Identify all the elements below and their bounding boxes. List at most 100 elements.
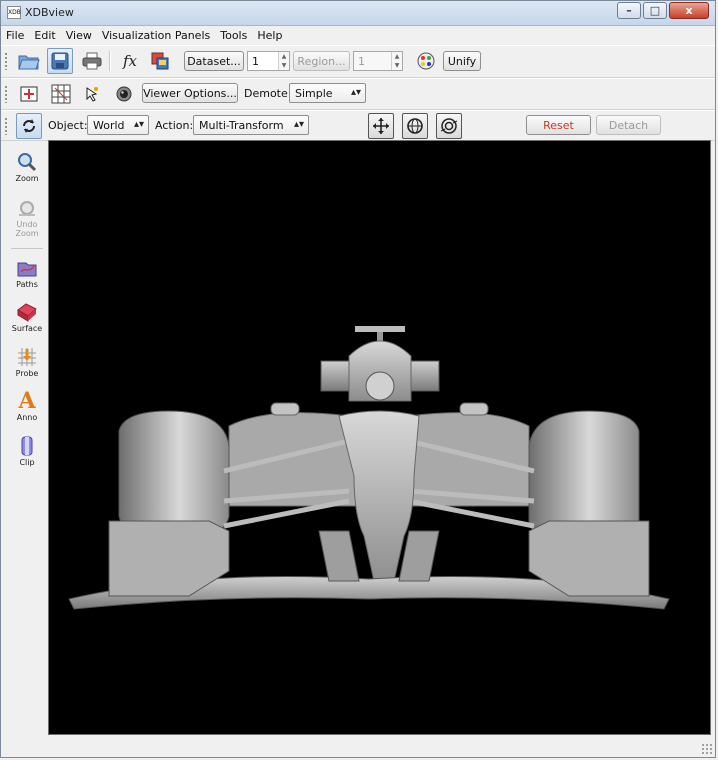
print-button[interactable]	[79, 48, 105, 74]
minimize-icon: –	[626, 4, 632, 17]
transform-cycle-button[interactable]	[16, 113, 42, 139]
application-window: XDB XDBview – □ x File Edit View Visuali…	[0, 0, 716, 758]
menu-visualization-panels[interactable]: Visualization Panels	[97, 29, 215, 42]
copy-windows-button[interactable]	[147, 48, 173, 74]
action-value: Multi-Transform	[199, 119, 284, 132]
grid-view-button[interactable]	[48, 81, 74, 107]
action-select[interactable]: Multi-Transform ▴▾	[193, 115, 309, 135]
probe-tool-label: Probe	[15, 369, 39, 378]
function-fx-icon: fx	[122, 52, 137, 70]
title-bar[interactable]: XDB XDBview – □ x	[1, 1, 715, 26]
copy-windows-icon	[151, 52, 169, 70]
menu-edit[interactable]: Edit	[29, 29, 60, 42]
spin-arrows-icon[interactable]: ▲ ▼	[391, 52, 402, 70]
dataset-value: 1	[252, 55, 259, 68]
window-controls: – □ x	[615, 2, 709, 19]
maximize-button[interactable]: □	[643, 2, 667, 19]
viewer-toolbar: Viewer Options... Demote: Simple ▴▾	[1, 78, 715, 110]
undo-zoom-icon	[16, 197, 38, 219]
maximize-icon: □	[649, 4, 661, 17]
f1-car-model	[68, 326, 670, 610]
function-button[interactable]: fx	[117, 48, 143, 74]
region-value: 1	[358, 55, 365, 68]
probe-tool[interactable]: Probe	[7, 346, 47, 378]
zoom-rotate-button[interactable]	[436, 113, 462, 139]
toolbar-grip[interactable]	[4, 117, 8, 135]
surface-tool[interactable]: Surface	[7, 301, 47, 333]
rotate-sphere-icon	[407, 118, 423, 134]
anno-tool-label: Anno	[16, 413, 38, 422]
unify-button[interactable]: Unify	[443, 51, 481, 71]
chevron-down-icon: ▴▾	[350, 87, 361, 98]
dataset-spinbox[interactable]: 1 ▲ ▼	[247, 51, 290, 71]
fit-view-button[interactable]	[16, 81, 42, 107]
menu-tools[interactable]: Tools	[215, 29, 252, 42]
undo-zoom-tool-label: Undo Zoom	[15, 220, 39, 238]
annotation-a-icon: A	[18, 388, 36, 414]
app-icon: XDB	[7, 6, 21, 19]
minimize-button[interactable]: –	[617, 2, 641, 19]
surface-tool-label: Surface	[11, 324, 43, 333]
anno-tool[interactable]: A Anno	[7, 390, 47, 422]
viewer-options-button[interactable]: Viewer Options...	[142, 83, 238, 103]
demote-select[interactable]: Simple ▴▾	[289, 83, 366, 103]
clip-tool[interactable]: Clip	[7, 435, 47, 467]
toolbar-grip[interactable]	[4, 52, 8, 70]
print-icon	[82, 52, 102, 70]
chevron-down-icon: ▴▾	[293, 119, 304, 130]
object-label: Object:	[48, 119, 88, 132]
close-button[interactable]: x	[669, 2, 709, 19]
open-folder-icon	[18, 55, 40, 70]
reset-button[interactable]: Reset	[526, 115, 591, 135]
probe-icon	[16, 346, 38, 368]
undo-zoom-tool[interactable]: Undo Zoom	[7, 197, 47, 238]
menu-bar: File Edit View Visualization Panels Tool…	[1, 26, 715, 45]
transform-cycle-icon	[23, 119, 35, 133]
paths-icon	[16, 257, 38, 279]
transform-toolbar: Object: World ▴▾ Action: Multi-Transform…	[1, 110, 715, 141]
pointer-probe-icon	[86, 87, 98, 102]
region-spinbox[interactable]: 1 ▲ ▼	[353, 51, 403, 71]
zoom-tool[interactable]: Zoom	[7, 151, 47, 183]
save-button[interactable]	[47, 48, 73, 74]
status-bar	[1, 735, 715, 757]
region-button[interactable]: Region...	[293, 51, 350, 71]
action-label: Action:	[155, 119, 194, 132]
demote-label: Demote:	[244, 87, 292, 100]
clip-icon	[16, 435, 38, 457]
clip-tool-label: Clip	[19, 458, 35, 467]
window-title: XDBview	[25, 6, 74, 19]
menu-help[interactable]: Help	[252, 29, 287, 42]
menu-file[interactable]: File	[1, 29, 29, 42]
sidebar-divider	[11, 248, 43, 249]
resize-grip[interactable]	[701, 743, 713, 755]
dataset-button[interactable]: Dataset...	[184, 51, 244, 71]
fit-view-icon	[20, 86, 38, 102]
color-palette-button[interactable]	[413, 48, 439, 74]
main-toolbar: fx Dataset... 1 ▲ ▼ Region... 1 ▲ ▼ Unify	[1, 45, 715, 78]
paths-tool[interactable]: Paths	[7, 257, 47, 289]
rotate-button[interactable]	[402, 113, 428, 139]
grid-view-icon	[51, 84, 71, 104]
tool-sidebar: Zoom Undo Zoom Paths Surface Probe A Ann…	[7, 141, 47, 731]
magnifier-icon	[16, 151, 38, 173]
toolbar-grip[interactable]	[4, 85, 8, 103]
demote-value: Simple	[295, 87, 333, 100]
toolbar-separator	[109, 51, 111, 71]
surface-icon	[16, 301, 38, 323]
detach-button[interactable]: Detach	[596, 115, 661, 135]
3d-viewport[interactable]	[48, 140, 711, 735]
menu-view[interactable]: View	[61, 29, 97, 42]
color-palette-icon	[417, 52, 435, 70]
spin-arrows-icon[interactable]: ▲ ▼	[278, 52, 289, 70]
object-select[interactable]: World ▴▾	[87, 115, 149, 135]
zoom-rotate-icon	[440, 118, 458, 134]
chevron-down-icon: ▴▾	[133, 119, 144, 130]
save-icon	[51, 52, 69, 70]
camera-button[interactable]	[111, 81, 137, 107]
zoom-tool-label: Zoom	[15, 174, 39, 183]
move-arrows-icon	[373, 118, 389, 134]
open-button[interactable]	[16, 48, 42, 74]
move-button[interactable]	[368, 113, 394, 139]
pointer-probe-button[interactable]	[79, 81, 105, 107]
